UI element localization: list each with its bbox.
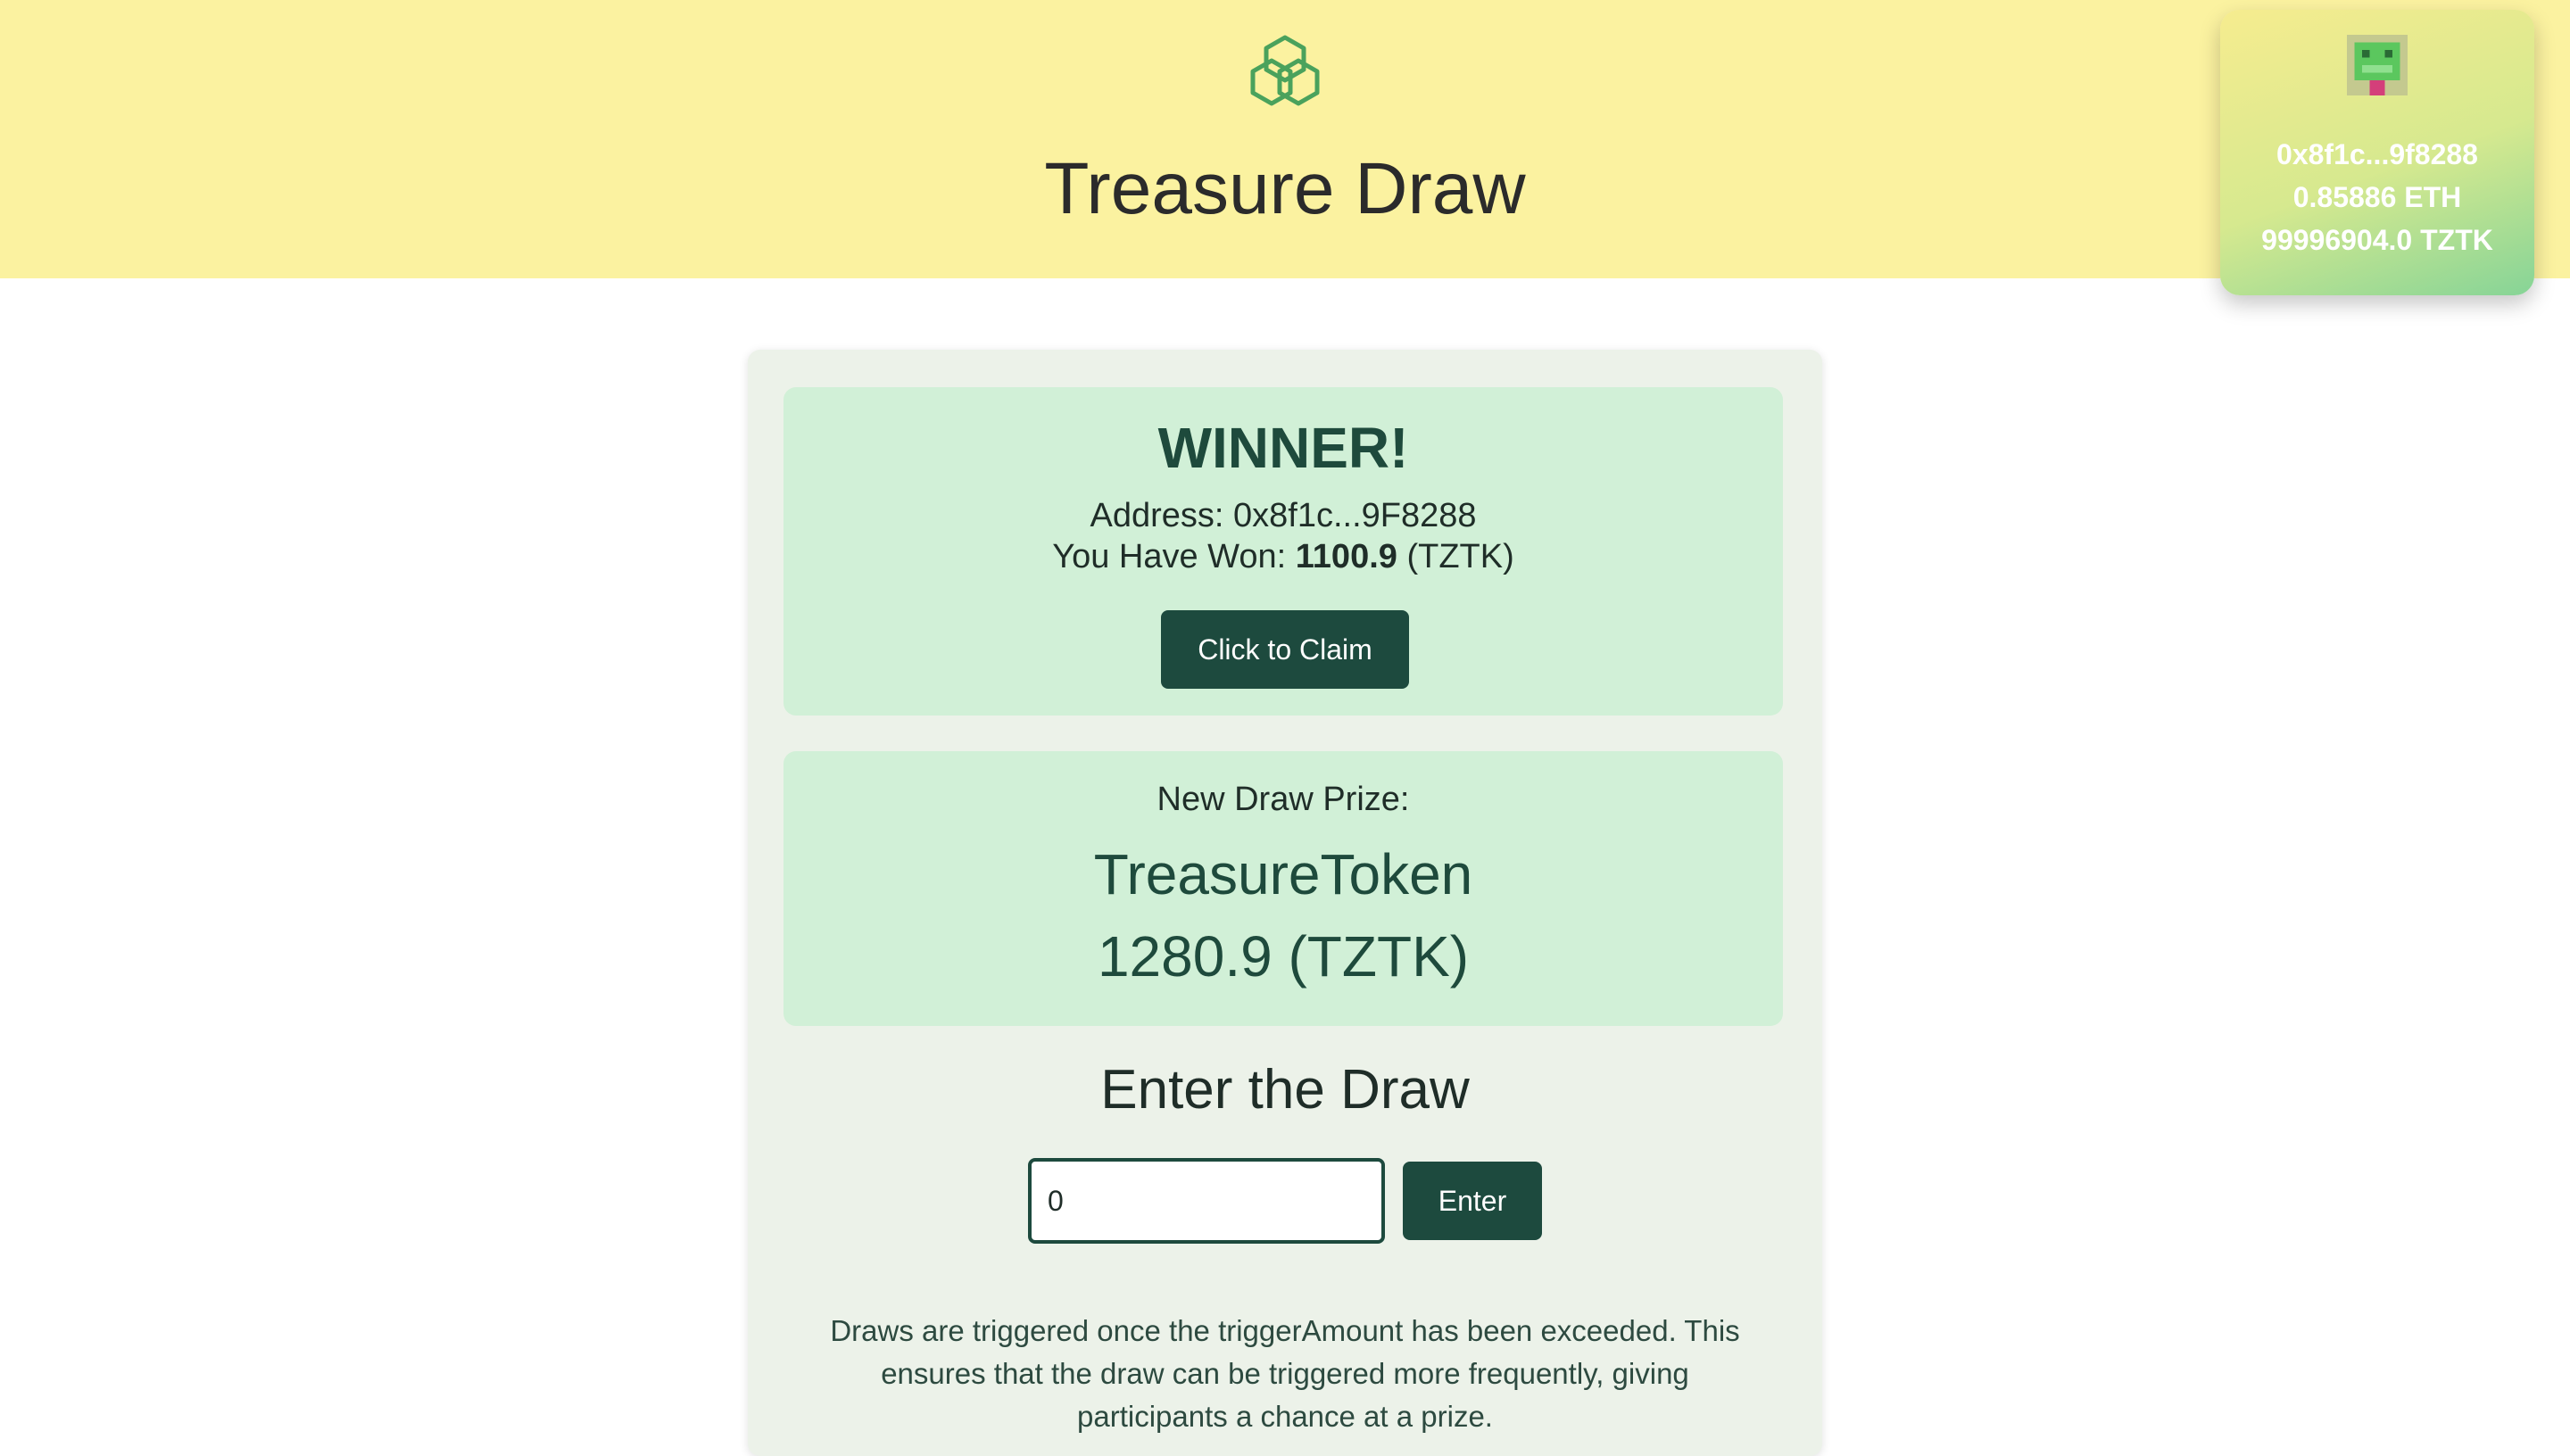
winner-amount-line: You Have Won: 1100.9 (TZTK) (783, 535, 1783, 578)
page-title: Treasure Draw (1044, 148, 1526, 229)
draw-card: WINNER! Address: 0x8f1c...9F8288 You Hav… (748, 350, 1822, 1456)
enter-button[interactable]: Enter (1403, 1162, 1542, 1240)
won-unit: (TZTK) (1406, 538, 1514, 575)
pixel-avatar-icon (2347, 35, 2408, 95)
page-header: Treasure Draw (0, 0, 2570, 278)
interlocking-hexagon-logo-icon (1250, 35, 1320, 106)
winner-address-line: Address: 0x8f1c...9F8288 (783, 494, 1783, 537)
draw-info-text: Draws are triggered once the triggerAmou… (830, 1314, 1740, 1433)
wallet-token-balance: 99996904.0 TZTK (2261, 224, 2493, 256)
wallet-address: 0x8f1c...9f8288 (2276, 138, 2478, 170)
enter-heading: Enter the Draw (1100, 1059, 1470, 1121)
won-label: You Have Won: (1052, 538, 1287, 575)
winner-address: 0x8f1c...9F8288 (1233, 497, 1477, 534)
wallet-badge[interactable]: 0x8f1c...9f8288 0.85886 ETH 99996904.0 T… (2220, 10, 2534, 295)
winner-heading: WINNER! (1157, 416, 1409, 480)
prize-panel: New Draw Prize: TreasureToken 1280.9 (TZ… (783, 751, 1783, 1026)
wallet-eth-balance: 0.85886 ETH (2292, 181, 2462, 213)
prize-label: New Draw Prize: (1156, 781, 1410, 818)
prize-token-name: TreasureToken (1093, 842, 1473, 906)
claim-button[interactable]: Click to Claim (1161, 610, 1409, 689)
winner-panel: WINNER! Address: 0x8f1c...9F8288 You Hav… (783, 387, 1783, 716)
prize-amount: 1280.9 (TZTK) (1097, 924, 1470, 989)
winner-address-label: Address: (1090, 497, 1224, 534)
won-amount: 1100.9 (1295, 538, 1397, 575)
entry-amount-input[interactable] (1028, 1158, 1385, 1244)
